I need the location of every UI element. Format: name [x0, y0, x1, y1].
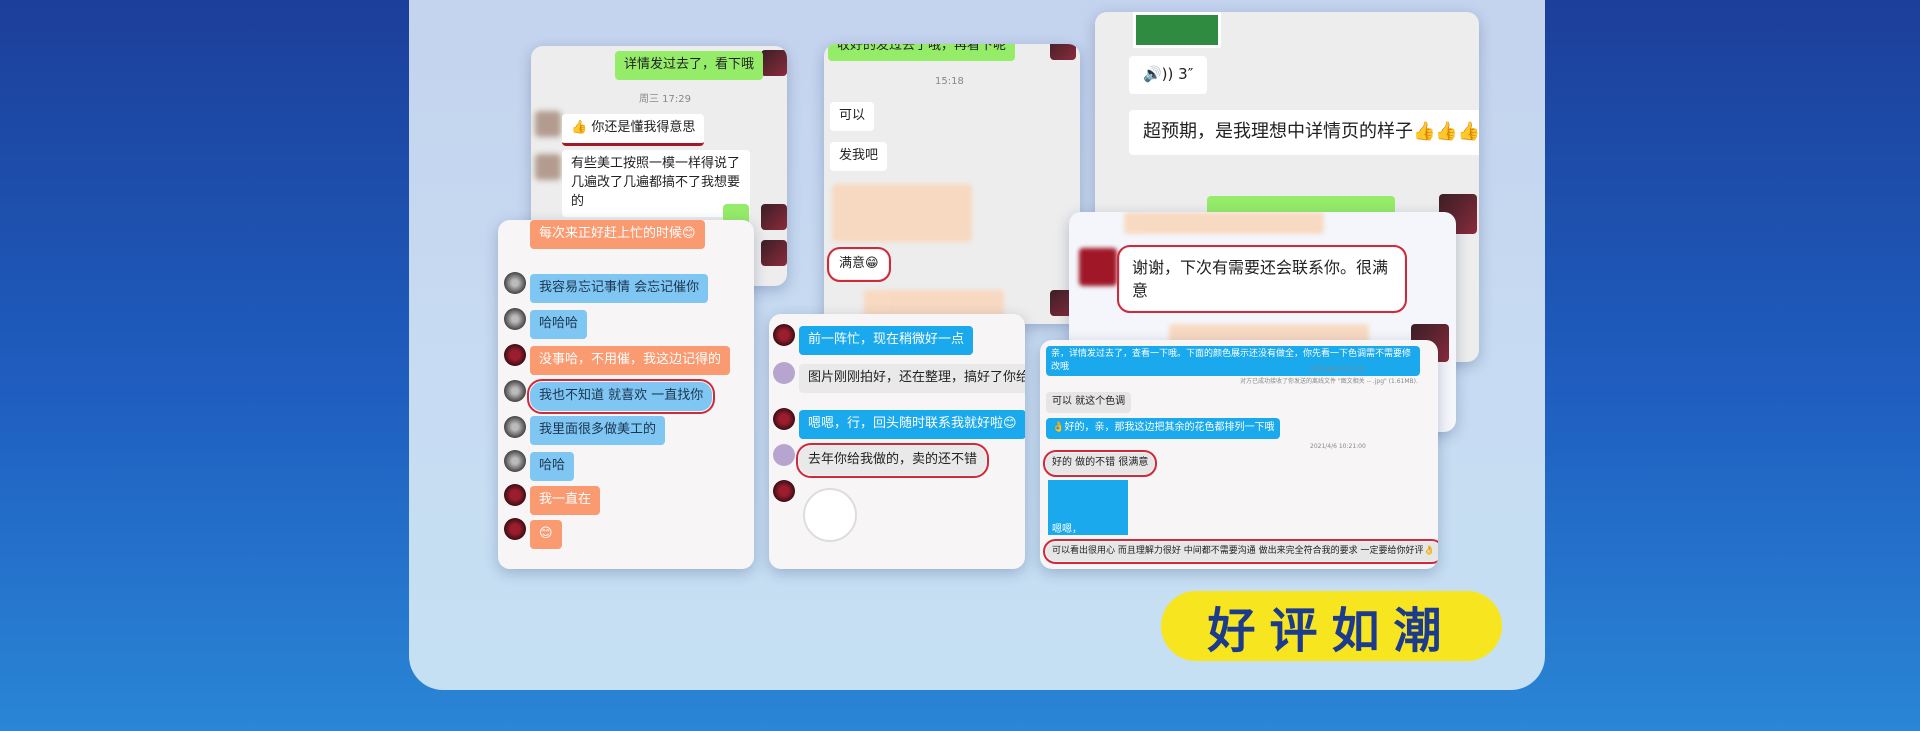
praise-banner-label: 好评如潮	[1207, 603, 1456, 659]
chat-bubble: 我一直在	[530, 486, 601, 515]
chat-bubble: 哈哈哈	[530, 310, 588, 339]
chat-timestamp: 周三 17:29	[639, 94, 691, 105]
chat-bubble: 图片刚刚拍好，还在整理，搞好了你给我做	[799, 364, 1025, 393]
avatar	[1079, 248, 1117, 286]
chat-bubble: 满意😁	[827, 247, 891, 282]
chat-bubble: 可以	[830, 102, 875, 131]
chat-screenshot-4: 每次来正好赶上忙的时候😊 我容易忘记事情 会忘记催你 哈哈哈 没事哈，不用催，我…	[498, 220, 754, 569]
chat-bubble: 嗯嗯，行，回头随时联系我就好啦😊	[799, 410, 1025, 439]
avatar	[504, 484, 526, 506]
chat-bubble: 收好的发过去了哦，再看下呢	[828, 44, 1016, 61]
chat-bubble: 我也不知道 就喜欢 一直找你	[526, 379, 716, 414]
chat-bubble: 发我吧	[830, 142, 888, 171]
cat-sticker	[803, 488, 857, 542]
chat-timestamp: 2021/4/6 10:17:01	[1310, 366, 1366, 373]
file-notice: 对方已成功接收了你发送的离线文件 "图文相关 -- .jpg" (1.61MB)…	[1240, 378, 1418, 385]
chat-bubble: 谢谢，下次有需要还会联系你。很满意	[1117, 244, 1407, 314]
chat-bubble: 我里面很多做美工的	[530, 416, 666, 445]
avatar	[535, 154, 561, 180]
chat-bubble: 没事哈，不用催，我这边记得的	[530, 346, 731, 375]
thumbnail-image	[1133, 12, 1221, 48]
chat-bubble: 可以 就这个色调	[1046, 392, 1132, 413]
chat-bubble: 每次来正好赶上忙的时候😊	[530, 220, 705, 249]
voice-message: 🔊)) 3″	[1129, 56, 1208, 94]
chat-bubble: 前一阵忙，现在稍微好一点	[799, 326, 974, 355]
chat-timestamp: 15:18	[935, 76, 964, 87]
chat-screenshot-5: 前一阵忙，现在稍微好一点 图片刚刚拍好，还在整理，搞好了你给我做 嗯嗯，行，回头…	[769, 314, 1025, 569]
chat-bubble: 去年你给我做的，卖的还不错	[795, 443, 990, 478]
avatar	[504, 518, 526, 540]
avatar	[773, 480, 795, 502]
avatar	[504, 272, 526, 294]
chat-screenshot-2: 收好的发过去了哦，再看下呢 15:18 可以 发我吧 满意😁	[824, 44, 1080, 324]
praise-banner: 好评如潮	[1161, 591, 1502, 661]
avatar	[504, 308, 526, 330]
chat-timestamp: 2021/4/6 10:21:00	[1310, 443, 1366, 450]
avatar	[535, 111, 561, 137]
avatar	[761, 50, 787, 76]
avatar	[504, 344, 526, 366]
avatar	[504, 416, 526, 438]
chat-bubble: 😊	[530, 520, 562, 549]
avatar	[504, 450, 526, 472]
chat-bubble: 👍 你还是懂我得意思	[562, 114, 705, 146]
avatar	[761, 240, 787, 266]
blurred-image	[832, 184, 972, 242]
chat-bubble: 我容易忘记事情 会忘记催你	[530, 274, 709, 303]
avatar	[761, 204, 787, 230]
blurred-image	[1124, 212, 1324, 234]
chat-bubble: 有些美工按照一模一样得说了几遍改了几遍都搞不了我想要的	[562, 150, 750, 217]
chat-bubble: 👌好的，亲，那我这边把其余的花色都排列一下哦	[1046, 418, 1281, 439]
chat-screenshot-7: 亲，详情发过去了，查看一下哦。下面的颜色展示还没有做全，你先看一下色调需不需要修…	[1040, 340, 1438, 569]
avatar	[504, 380, 526, 402]
chat-bubble: 详情发过去了，看下哦	[615, 51, 764, 80]
chat-bubble: 嗯嗯，	[1052, 524, 1082, 535]
avatar	[1050, 44, 1076, 60]
avatar	[773, 444, 795, 466]
chat-bubble: 超预期，是我理想中详情页的样子👍👍👍	[1129, 110, 1479, 155]
chat-bubble: 哈哈	[530, 452, 575, 481]
avatar	[773, 408, 795, 430]
avatar	[773, 324, 795, 346]
chat-bubble: 可以看出很用心 而且理解力很好 中间都不需要沟通 做出来完全符合我的要求 一定要…	[1043, 538, 1438, 565]
avatar	[773, 362, 795, 384]
chat-bubble: 好的 做的不错 很满意	[1042, 450, 1158, 477]
